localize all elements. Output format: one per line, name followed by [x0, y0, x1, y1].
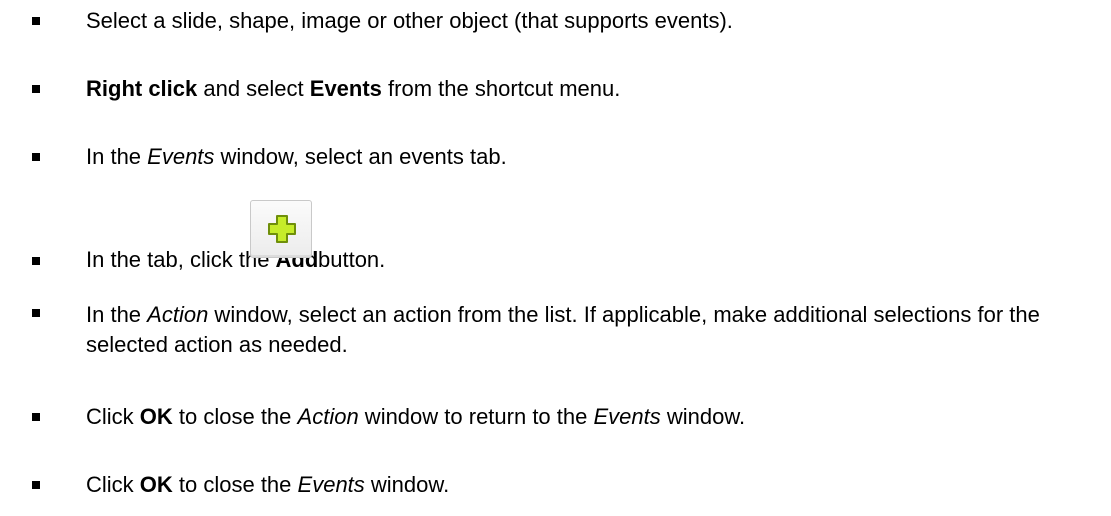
text-run: to close the [172, 404, 298, 429]
events-window-term: Events [297, 472, 365, 497]
events-window-term: Events [593, 404, 661, 429]
text-run: In the tab, click the [86, 247, 276, 272]
step-text: Click OK to close the Events window. [86, 472, 1111, 498]
action-window-term: Action [147, 302, 209, 327]
text-run: Click [86, 404, 140, 429]
step-text: Click OK to close the Action window to r… [86, 404, 1111, 430]
events-window-term: Events [147, 144, 215, 169]
step-1-text: Select a slide, shape, image or other ob… [86, 8, 733, 33]
text-run: button. [318, 247, 386, 272]
step-text-suffix: button. [318, 247, 1111, 273]
bullet-marker [32, 413, 40, 421]
text-run: In the [86, 144, 148, 169]
bullet-marker [32, 309, 40, 317]
text-run: window. [660, 404, 746, 429]
add-button[interactable] [250, 200, 312, 258]
bullet-marker [32, 481, 40, 489]
text-run: from the shortcut menu. [381, 76, 621, 101]
text-run: Click [86, 472, 140, 497]
step-4: In the tab, click the Add button. [0, 200, 1111, 272]
ok-term: OK [139, 472, 173, 497]
step-text: Right click and select Events from the s… [86, 76, 1111, 102]
text-run: window to return to the [358, 404, 594, 429]
ok-term: OK [139, 404, 173, 429]
bullet-marker [32, 85, 40, 93]
right-click-term: Right click [86, 76, 198, 101]
bullet-marker [32, 153, 40, 161]
text-run: In the [86, 302, 148, 327]
bullet-marker [32, 17, 40, 25]
step-text: Select a slide, shape, image or other ob… [86, 8, 1111, 34]
step-text: In the Events window, select an events t… [86, 144, 1111, 170]
plus-icon [268, 215, 296, 243]
text-run: to close the [172, 472, 298, 497]
text-run: window, select an action from the list. … [86, 302, 1040, 357]
bullet-marker [32, 257, 40, 265]
events-term: Events [309, 76, 382, 101]
text-run: window. [364, 472, 450, 497]
action-window-term: Action [297, 404, 359, 429]
step-text: In the Action window, select an action f… [86, 300, 1111, 360]
text-run: and select [197, 76, 310, 101]
text-run: window, select an events tab. [214, 144, 507, 169]
